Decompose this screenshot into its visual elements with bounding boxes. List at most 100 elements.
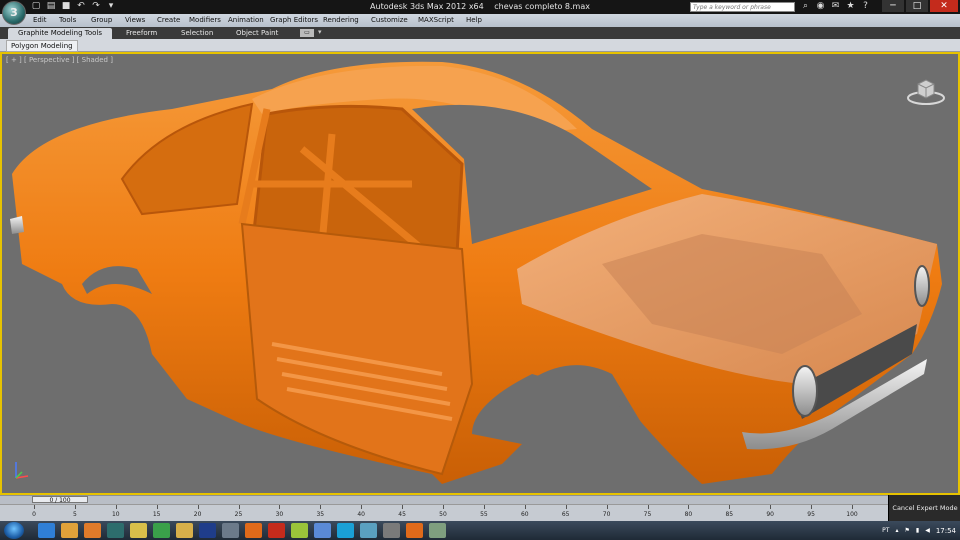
window-controls: ─ □ ✕: [882, 0, 958, 12]
paint-icon[interactable]: [130, 523, 147, 538]
quick-access-toolbar: ▢ ▤ ■ ↶ ↷ ▾: [30, 1, 117, 12]
menu-modifiers[interactable]: Modifiers: [189, 14, 221, 27]
tab-selection[interactable]: Selection: [181, 28, 213, 39]
minimize-button[interactable]: ─: [882, 0, 904, 12]
menu-maxscript[interactable]: MAXScript: [418, 14, 454, 27]
ie-icon[interactable]: [38, 523, 55, 538]
track-tick-label: 100: [846, 511, 858, 518]
clock[interactable]: 17:54: [936, 527, 956, 535]
folder2-icon[interactable]: [176, 523, 193, 538]
track-tick: [565, 505, 567, 509]
tab-object-paint[interactable]: Object Paint: [236, 28, 278, 39]
time-slider[interactable]: 0 / 100: [32, 496, 88, 504]
undo-icon[interactable]: ↶: [75, 1, 87, 12]
firefox-icon[interactable]: [245, 523, 262, 538]
menu-edit[interactable]: Edit: [33, 14, 47, 27]
volume-icon[interactable]: ◀: [925, 527, 930, 534]
track-tick: [483, 505, 485, 509]
track-tick: [34, 505, 35, 509]
door-opening: [240, 222, 474, 476]
start-button-icon[interactable]: [4, 522, 24, 539]
folder-icon[interactable]: [61, 523, 78, 538]
menu-customize[interactable]: Customize: [371, 14, 408, 27]
car-body-model[interactable]: [2, 54, 958, 493]
menu-help[interactable]: Help: [466, 14, 482, 27]
track-tick: [238, 505, 240, 509]
track-tick-label: 20: [193, 511, 202, 518]
track-tick: [852, 505, 853, 509]
3dsmax-logo-icon[interactable]: 3: [2, 1, 26, 25]
screen-icon[interactable]: [429, 523, 446, 538]
track-tick: [156, 505, 158, 509]
help-icon[interactable]: ?: [860, 1, 871, 12]
ribbon-options-icon[interactable]: ▭: [300, 29, 314, 37]
file-name: chevas completo 8.max: [494, 2, 590, 11]
skype-icon[interactable]: [337, 523, 354, 538]
track-tick-label: 60: [520, 511, 529, 518]
explorer-icon[interactable]: [314, 523, 331, 538]
network-icon[interactable]: ▮: [916, 527, 919, 534]
maximize-button[interactable]: □: [906, 0, 928, 12]
language-indicator[interactable]: PT: [882, 527, 889, 534]
track-tick-label: 85: [725, 511, 734, 518]
new-icon[interactable]: ▢: [30, 1, 42, 12]
tool-icon[interactable]: [291, 523, 308, 538]
search-icon[interactable]: ⌕: [800, 1, 811, 12]
track-tick-label: 30: [275, 511, 284, 518]
communication-icon[interactable]: ✉: [830, 1, 841, 12]
headlight-left: [792, 365, 818, 417]
headlight-right: [914, 265, 930, 307]
ribbon-dropdown-icon[interactable]: ▾: [318, 28, 322, 36]
info-center-tools: ⌕ ◉ ✉ ★ ?: [800, 1, 871, 12]
redo-icon[interactable]: ↷: [90, 1, 102, 12]
perspective-viewport[interactable]: [ + ] [ Perspective ] [ Shaded ]: [0, 52, 960, 495]
track-tick: [729, 505, 731, 509]
3dsmax-icon[interactable]: [107, 523, 124, 538]
track-tick-label: 25: [234, 511, 243, 518]
photoshop-icon[interactable]: [199, 523, 216, 538]
menu-create[interactable]: Create: [157, 14, 180, 27]
cancel-expert-mode-button[interactable]: Cancel Expert Mode: [888, 495, 960, 521]
opera-icon[interactable]: [268, 523, 285, 538]
track-tick: [606, 505, 608, 509]
close-button[interactable]: ✕: [930, 0, 958, 12]
track-tick-label: 35: [316, 511, 325, 518]
save-icon[interactable]: ■: [60, 1, 72, 12]
tab-freeform[interactable]: Freeform: [126, 28, 157, 39]
system-tray: PT ▴ ⚑ ▮ ◀ 17:54: [882, 521, 956, 540]
flag-icon[interactable]: ⚑: [904, 527, 909, 534]
menu-graph-editors[interactable]: Graph Editors: [270, 14, 318, 27]
chrome-icon[interactable]: [153, 523, 170, 538]
app-name: Autodesk 3ds Max 2012 x64: [370, 2, 484, 11]
app-icon[interactable]: [360, 523, 377, 538]
subscription-icon[interactable]: ◉: [815, 1, 826, 12]
menu-group[interactable]: Group: [91, 14, 112, 27]
track-tick-label: 65: [561, 511, 570, 518]
menu-tools[interactable]: Tools: [59, 14, 76, 27]
tray-arrow-icon[interactable]: ▴: [895, 527, 898, 534]
track-tick: [320, 505, 322, 509]
app2-icon[interactable]: [383, 523, 400, 538]
calc-icon[interactable]: [222, 523, 239, 538]
search-input[interactable]: Type a keyword or phrase: [690, 2, 795, 12]
track-tick: [74, 505, 76, 509]
menu-rendering[interactable]: Rendering: [323, 14, 359, 27]
panel-polygon-modeling[interactable]: Polygon Modeling: [6, 40, 78, 52]
viewcube-icon[interactable]: [906, 76, 946, 106]
firefox2-icon[interactable]: [406, 523, 423, 538]
menu-views[interactable]: Views: [125, 14, 145, 27]
favorites-icon[interactable]: ★: [845, 1, 856, 12]
track-tick: [402, 505, 404, 509]
track-tick-label: 10: [111, 511, 120, 518]
track-tick-label: 80: [684, 511, 693, 518]
track-tick-label: 75: [643, 511, 652, 518]
open-icon[interactable]: ▤: [45, 1, 57, 12]
track-tick: [443, 505, 444, 509]
track-bar[interactable]: 0 5 10 15 20 25 30 35 40 45 50 55 60 65 70 75 80 85 90 95 10…: [0, 504, 888, 522]
tab-graphite-modeling-tools[interactable]: Graphite Modeling Tools: [8, 28, 113, 39]
menu-bar: Edit Tools Group Views Create Modifiers …: [0, 14, 960, 28]
media-icon[interactable]: [84, 523, 101, 538]
menu-animation[interactable]: Animation: [228, 14, 264, 27]
track-tick-label: 0: [32, 511, 36, 518]
hold-icon[interactable]: ▾: [105, 1, 117, 12]
